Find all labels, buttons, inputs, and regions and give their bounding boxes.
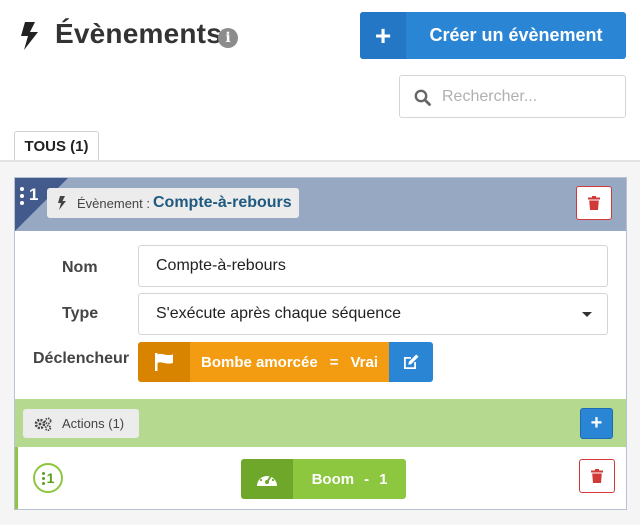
action-value: 1 [379,470,388,488]
gauge-icon [241,459,293,499]
actions-label: Actions (1) [62,416,125,431]
actions-bar: Actions (1) + [15,399,626,447]
tab-all[interactable]: TOUS (1) [14,131,99,162]
bolt-icon [21,22,38,50]
action-separator: - [364,470,370,488]
delete-action-button[interactable] [579,459,615,493]
page-header: Évènements i + Créer un évènement TOUS (… [0,0,640,162]
actions-pill: Actions (1) [23,409,139,438]
action-text: Boom - 1 [293,459,406,499]
create-event-label: Créer un évènement [429,25,603,45]
action-name: Boom [311,470,355,488]
action-chip[interactable]: Boom - 1 [241,459,406,499]
event-body: Actions (1) + 1 Boom - 1 [15,178,626,509]
drag-handle-icon [41,471,45,485]
create-event-button[interactable]: + Créer un évènement [360,12,626,59]
gears-icon [34,417,52,431]
search-input[interactable] [442,76,617,117]
add-action-button[interactable]: + [580,408,613,439]
search-box[interactable] [399,75,626,118]
action-number[interactable]: 1 [33,463,63,493]
info-icon[interactable]: i [218,28,238,48]
search-icon [414,89,431,106]
plus-icon: + [360,12,406,59]
plus-icon: + [590,412,603,434]
trash-icon [591,469,603,483]
page-title: Évènements [55,18,222,49]
action-row: 1 Boom - 1 [15,447,626,509]
